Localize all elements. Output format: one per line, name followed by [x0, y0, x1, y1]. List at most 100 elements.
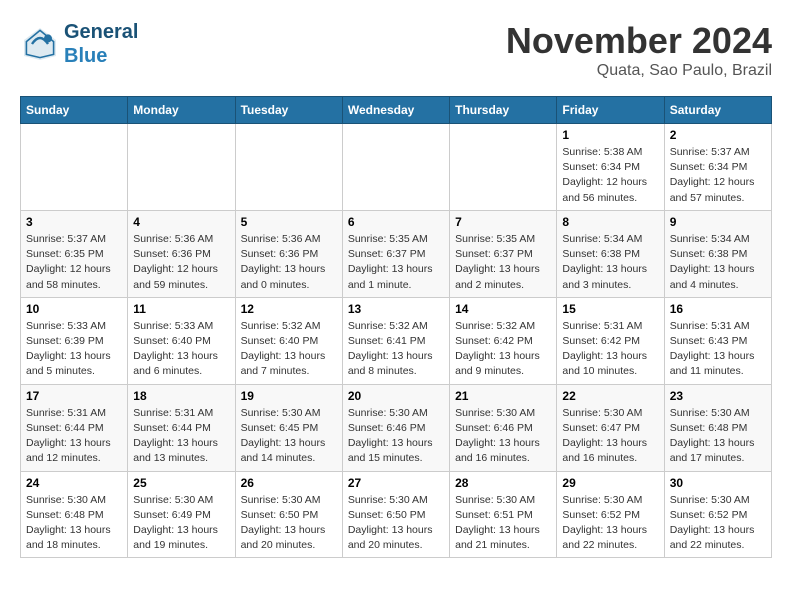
day-info: Sunrise: 5:37 AM Sunset: 6:34 PM Dayligh… — [670, 145, 766, 206]
day-number: 29 — [562, 476, 658, 490]
calendar-week-row: 24Sunrise: 5:30 AM Sunset: 6:48 PM Dayli… — [21, 471, 772, 558]
day-info: Sunrise: 5:30 AM Sunset: 6:52 PM Dayligh… — [670, 493, 766, 554]
calendar-cell: 26 Sunrise: 5:30 AM Sunset: 6:50 PM Dayli… — [235, 471, 342, 558]
day-number: 21 — [455, 389, 551, 403]
calendar-week-row: 10Sunrise: 5:33 AM Sunset: 6:39 PM Dayli… — [21, 297, 772, 384]
calendar-cell: 19 Sunrise: 5:30 AM Sunset: 6:45 PM Dayli… — [235, 384, 342, 471]
day-info: Sunrise: 5:32 AM Sunset: 6:42 PM Dayligh… — [455, 319, 551, 380]
day-info: Sunrise: 5:32 AM Sunset: 6:40 PM Dayligh… — [241, 319, 337, 380]
day-info: Sunrise: 5:30 AM Sunset: 6:46 PM Dayligh… — [348, 406, 444, 467]
day-info: Sunrise: 5:36 AM Sunset: 6:36 PM Dayligh… — [241, 232, 337, 293]
calendar-cell: 11 Sunrise: 5:33 AM Sunset: 6:40 PM Dayli… — [128, 297, 235, 384]
day-info: Sunrise: 5:30 AM Sunset: 6:50 PM Dayligh… — [241, 493, 337, 554]
day-info: Sunrise: 5:30 AM Sunset: 6:48 PM Dayligh… — [26, 493, 122, 554]
day-number: 5 — [241, 215, 337, 229]
location-subtitle: Quata, Sao Paulo, Brazil — [506, 62, 772, 80]
calendar-cell: 12 Sunrise: 5:32 AM Sunset: 6:40 PM Dayli… — [235, 297, 342, 384]
calendar-cell — [128, 124, 235, 211]
calendar-cell — [235, 124, 342, 211]
day-info: Sunrise: 5:30 AM Sunset: 6:45 PM Dayligh… — [241, 406, 337, 467]
weekday-header-wednesday: Wednesday — [342, 97, 449, 124]
calendar-cell: 1Sunrise: 5:38 AM Sunset: 6:34 PM Daylig… — [557, 124, 664, 211]
day-info: Sunrise: 5:36 AM Sunset: 6:36 PM Dayligh… — [133, 232, 229, 293]
logo: General Blue — [20, 20, 138, 68]
weekday-header-thursday: Thursday — [450, 97, 557, 124]
calendar-cell: 18 Sunrise: 5:31 AM Sunset: 6:44 PM Dayli… — [128, 384, 235, 471]
calendar-cell: 16 Sunrise: 5:31 AM Sunset: 6:43 PM Dayli… — [664, 297, 771, 384]
day-info: Sunrise: 5:30 AM Sunset: 6:48 PM Dayligh… — [670, 406, 766, 467]
day-info: Sunrise: 5:31 AM Sunset: 6:44 PM Dayligh… — [26, 406, 122, 467]
logo-text-top: General — [64, 20, 138, 44]
day-info: Sunrise: 5:30 AM Sunset: 6:51 PM Dayligh… — [455, 493, 551, 554]
day-info: Sunrise: 5:31 AM Sunset: 6:43 PM Dayligh… — [670, 319, 766, 380]
month-title: November 2024 — [506, 20, 772, 62]
logo-text-bottom: Blue — [64, 44, 138, 68]
day-info: Sunrise: 5:31 AM Sunset: 6:44 PM Dayligh… — [133, 406, 229, 467]
day-number: 14 — [455, 302, 551, 316]
day-info: Sunrise: 5:34 AM Sunset: 6:38 PM Dayligh… — [562, 232, 658, 293]
day-info: Sunrise: 5:32 AM Sunset: 6:41 PM Dayligh… — [348, 319, 444, 380]
day-number: 20 — [348, 389, 444, 403]
day-number: 2 — [670, 128, 766, 142]
day-info: Sunrise: 5:30 AM Sunset: 6:50 PM Dayligh… — [348, 493, 444, 554]
day-number: 8 — [562, 215, 658, 229]
day-number: 13 — [348, 302, 444, 316]
day-number: 30 — [670, 476, 766, 490]
day-number: 16 — [670, 302, 766, 316]
calendar-cell: 17 Sunrise: 5:31 AM Sunset: 6:44 PM Dayli… — [21, 384, 128, 471]
calendar-week-row: 1Sunrise: 5:38 AM Sunset: 6:34 PM Daylig… — [21, 124, 772, 211]
day-number: 7 — [455, 215, 551, 229]
day-number: 28 — [455, 476, 551, 490]
calendar-cell: 2 Sunrise: 5:37 AM Sunset: 6:34 PM Daylig… — [664, 124, 771, 211]
day-info: Sunrise: 5:31 AM Sunset: 6:42 PM Dayligh… — [562, 319, 658, 380]
day-number: 26 — [241, 476, 337, 490]
day-number: 27 — [348, 476, 444, 490]
calendar-cell — [450, 124, 557, 211]
day-info: Sunrise: 5:37 AM Sunset: 6:35 PM Dayligh… — [26, 232, 122, 293]
day-number: 9 — [670, 215, 766, 229]
day-number: 4 — [133, 215, 229, 229]
day-number: 22 — [562, 389, 658, 403]
weekday-header-saturday: Saturday — [664, 97, 771, 124]
calendar-cell: 30 Sunrise: 5:30 AM Sunset: 6:52 PM Dayli… — [664, 471, 771, 558]
calendar-cell: 23Sunrise: 5:30 AM Sunset: 6:48 PM Dayli… — [664, 384, 771, 471]
calendar-cell — [342, 124, 449, 211]
calendar-cell: 7Sunrise: 5:35 AM Sunset: 6:37 PM Daylig… — [450, 210, 557, 297]
day-number: 11 — [133, 302, 229, 316]
calendar-cell: 10Sunrise: 5:33 AM Sunset: 6:39 PM Dayli… — [21, 297, 128, 384]
day-info: Sunrise: 5:33 AM Sunset: 6:40 PM Dayligh… — [133, 319, 229, 380]
day-number: 18 — [133, 389, 229, 403]
day-info: Sunrise: 5:33 AM Sunset: 6:39 PM Dayligh… — [26, 319, 122, 380]
calendar-cell: 22 Sunrise: 5:30 AM Sunset: 6:47 PM Dayli… — [557, 384, 664, 471]
calendar-cell: 8 Sunrise: 5:34 AM Sunset: 6:38 PM Daylig… — [557, 210, 664, 297]
calendar-cell: 14 Sunrise: 5:32 AM Sunset: 6:42 PM Dayli… — [450, 297, 557, 384]
day-info: Sunrise: 5:30 AM Sunset: 6:46 PM Dayligh… — [455, 406, 551, 467]
calendar-cell: 20 Sunrise: 5:30 AM Sunset: 6:46 PM Dayli… — [342, 384, 449, 471]
day-info: Sunrise: 5:30 AM Sunset: 6:49 PM Dayligh… — [133, 493, 229, 554]
day-number: 19 — [241, 389, 337, 403]
title-section: November 2024 Quata, Sao Paulo, Brazil — [506, 20, 772, 80]
calendar-cell: 24Sunrise: 5:30 AM Sunset: 6:48 PM Dayli… — [21, 471, 128, 558]
day-info: Sunrise: 5:35 AM Sunset: 6:37 PM Dayligh… — [348, 232, 444, 293]
day-info: Sunrise: 5:30 AM Sunset: 6:52 PM Dayligh… — [562, 493, 658, 554]
calendar-cell: 25 Sunrise: 5:30 AM Sunset: 6:49 PM Dayli… — [128, 471, 235, 558]
calendar-week-row: 17 Sunrise: 5:31 AM Sunset: 6:44 PM Dayli… — [21, 384, 772, 471]
calendar-cell: 29 Sunrise: 5:30 AM Sunset: 6:52 PM Dayli… — [557, 471, 664, 558]
calendar-cell: 9Sunrise: 5:34 AM Sunset: 6:38 PM Daylig… — [664, 210, 771, 297]
weekday-header-sunday: Sunday — [21, 97, 128, 124]
calendar-cell: 21 Sunrise: 5:30 AM Sunset: 6:46 PM Dayli… — [450, 384, 557, 471]
weekday-header-friday: Friday — [557, 97, 664, 124]
calendar-cell: 27 Sunrise: 5:30 AM Sunset: 6:50 PM Dayli… — [342, 471, 449, 558]
weekday-header-row: SundayMondayTuesdayWednesdayThursdayFrid… — [21, 97, 772, 124]
day-number: 17 — [26, 389, 122, 403]
day-number: 12 — [241, 302, 337, 316]
calendar-cell — [21, 124, 128, 211]
calendar-cell: 15Sunrise: 5:31 AM Sunset: 6:42 PM Dayli… — [557, 297, 664, 384]
day-info: Sunrise: 5:30 AM Sunset: 6:47 PM Dayligh… — [562, 406, 658, 467]
calendar-cell: 13 Sunrise: 5:32 AM Sunset: 6:41 PM Dayli… — [342, 297, 449, 384]
weekday-header-monday: Monday — [128, 97, 235, 124]
calendar-table: SundayMondayTuesdayWednesdayThursdayFrid… — [20, 96, 772, 558]
day-number: 25 — [133, 476, 229, 490]
calendar-cell: 6Sunrise: 5:35 AM Sunset: 6:37 PM Daylig… — [342, 210, 449, 297]
calendar-cell: 5 Sunrise: 5:36 AM Sunset: 6:36 PM Daylig… — [235, 210, 342, 297]
